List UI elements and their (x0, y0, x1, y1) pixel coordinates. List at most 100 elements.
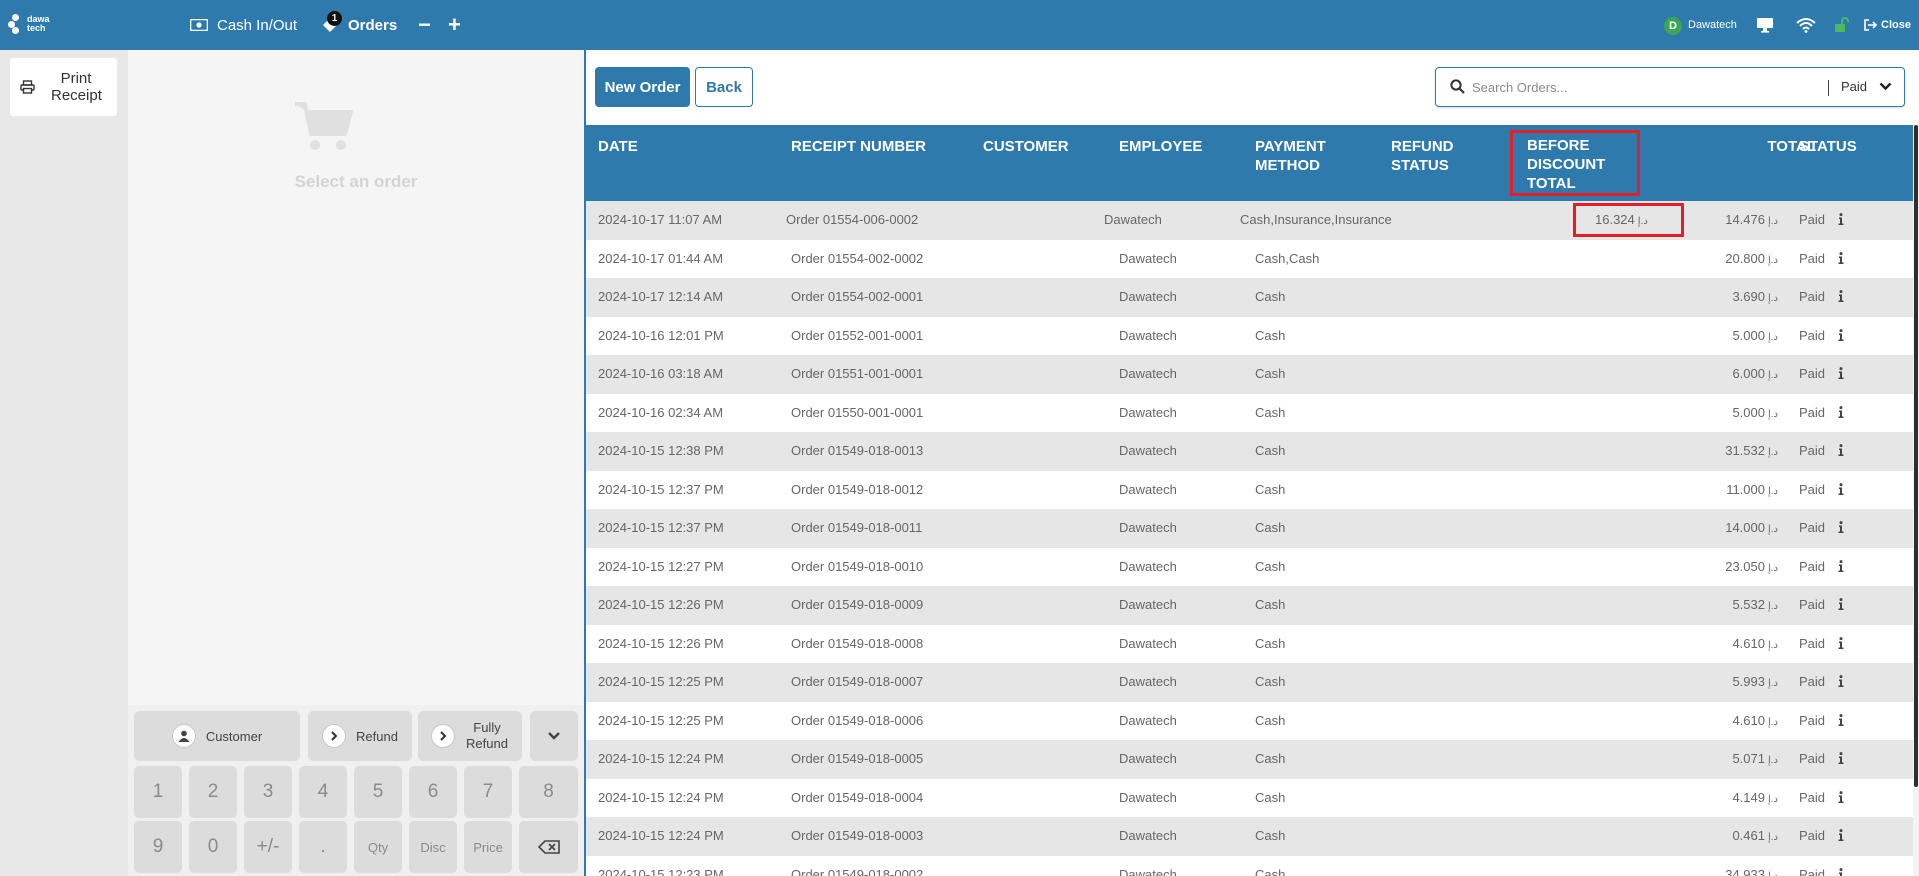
minus-button[interactable]: − (418, 0, 431, 50)
table-row[interactable]: 2024-10-15 12:23 PM Order 01549-018-0002 D… (586, 855, 1913, 876)
table-row[interactable]: 2024-10-15 12:26 PM Order 01549-018-0009 D… (586, 586, 1913, 625)
table-row[interactable]: 2024-10-17 12:14 AM Order 01554-002-0001 D… (586, 278, 1913, 317)
cell-payment-method: Cash (1255, 443, 1286, 458)
qty-mode-button[interactable]: Qty (354, 821, 402, 873)
cell-payment-method: Cash (1255, 712, 1286, 728)
cell-receipt-number: Order 01554-002-0001 (791, 289, 924, 304)
info-icon[interactable] (1838, 713, 1844, 726)
table-row[interactable]: 2024-10-17 01:44 AM Order 01554-002-0002 D… (586, 239, 1913, 278)
info-icon[interactable] (1838, 829, 1844, 841)
key-5[interactable]: 5 (354, 766, 402, 818)
cell-total: 14.000 د.إ (1725, 520, 1778, 535)
table-row[interactable]: 2024-10-16 12:01 PM Order 01552-001-0001 D… (586, 316, 1913, 355)
key-2[interactable]: 2 (189, 766, 237, 818)
info-icon[interactable] (1838, 328, 1844, 341)
cell-total: 4.610 د.إ (1732, 712, 1778, 728)
col-employee[interactable]: EMPLOYEE (1119, 137, 1202, 156)
scrollbar-thumb[interactable] (1914, 125, 1918, 787)
status-filter-select[interactable]: Paid (1841, 79, 1892, 94)
info-icon[interactable] (1838, 251, 1844, 264)
table-row[interactable]: 2024-10-15 12:24 PM Order 01549-018-0005 D… (586, 740, 1913, 779)
info-icon[interactable] (1838, 290, 1844, 302)
col-customer[interactable]: CUSTOMER (983, 137, 1069, 156)
table-row[interactable]: 2024-10-16 02:34 AM Order 01550-001-0001 D… (586, 393, 1913, 432)
user-name[interactable]: Dawatech (1688, 0, 1737, 50)
key-7[interactable]: 7 (464, 766, 512, 818)
key-plus-minus[interactable]: +/- (244, 821, 292, 873)
cell-total: 20.800 د.إ (1725, 250, 1778, 266)
close-button[interactable]: Close (1864, 0, 1911, 50)
customer-button[interactable]: Customer (134, 711, 300, 761)
fully-refund-button[interactable]: Fully Refund (418, 711, 522, 761)
cell-total: 4.149 د.إ (1732, 789, 1778, 805)
table-row[interactable]: 2024-10-15 12:24 PM Order 01549-018-0003 D… (586, 817, 1913, 856)
table-row[interactable]: 2024-10-15 12:25 PM Order 01549-018-0006 D… (586, 701, 1913, 740)
refund-button[interactable]: Refund (308, 711, 412, 761)
cell-receipt-number: Order 01549-018-0007 (791, 674, 924, 689)
col-refund-status[interactable]: REFUND STATUS (1391, 137, 1454, 175)
key-8[interactable]: 8 (519, 766, 578, 818)
table-row[interactable]: 2024-10-15 12:26 PM Order 01549-018-0008 D… (586, 624, 1913, 663)
key-6[interactable]: 6 (409, 766, 457, 818)
disc-mode-button[interactable]: Disc (409, 821, 457, 873)
table-row[interactable]: 2024-10-15 12:25 PM Order 01549-018-0007 D… (586, 663, 1913, 702)
unlock-icon[interactable] (1834, 0, 1859, 50)
table-row[interactable]: 2024-10-15 12:24 PM Order 01549-018-0004 D… (586, 778, 1913, 817)
key-decimal[interactable]: . (299, 821, 347, 873)
info-icon[interactable] (1838, 405, 1844, 418)
cell-date: 2024-10-16 02:34 AM (598, 404, 724, 420)
table-row[interactable]: 2024-10-17 11:07 AM Order 01554-006-0002 D… (586, 201, 1913, 240)
col-date[interactable]: DATE (598, 137, 638, 156)
table-row[interactable]: 2024-10-15 12:37 PM Order 01549-018-0012 D… (586, 470, 1913, 509)
info-icon[interactable] (1838, 367, 1844, 379)
more-button[interactable] (530, 711, 578, 761)
info-icon[interactable] (1838, 482, 1844, 495)
cell-date: 2024-10-15 12:24 PM (598, 789, 724, 805)
monitor-icon[interactable] (1756, 0, 1783, 50)
table-row[interactable]: 2024-10-15 12:38 PM Order 01549-018-0013 D… (586, 432, 1913, 471)
key-1[interactable]: 1 (134, 766, 182, 818)
table-row[interactable]: 2024-10-16 03:18 AM Order 01551-001-0001 D… (586, 355, 1913, 394)
cell-receipt-number: Order 01549-018-0013 (791, 443, 924, 458)
price-mode-button[interactable]: Price (464, 821, 512, 873)
cell-employee: Dawatech (1119, 289, 1177, 304)
table-row[interactable]: 2024-10-15 12:27 PM Order 01549-018-0010 D… (586, 547, 1913, 586)
plus-button[interactable]: + (448, 0, 461, 50)
cell-status: Paid (1799, 250, 1826, 266)
cell-status: Paid (1799, 327, 1826, 343)
table-row[interactable]: 2024-10-15 12:37 PM Order 01549-018-0011 D… (586, 509, 1913, 548)
print-receipt-button[interactable]: Print Receipt (10, 58, 117, 116)
cell-employee: Dawatech (1119, 250, 1177, 266)
avatar[interactable]: D (1664, 17, 1682, 35)
col-payment-method[interactable]: PAYMENT METHOD (1255, 137, 1326, 175)
backspace-button[interactable] (519, 821, 578, 873)
info-icon[interactable] (1838, 867, 1844, 876)
info-icon[interactable] (1838, 790, 1844, 803)
info-icon[interactable] (1838, 675, 1844, 687)
col-status[interactable]: STATUS (1799, 137, 1857, 156)
info-icon[interactable] (1838, 636, 1844, 649)
info-icon[interactable] (1838, 444, 1844, 456)
search-icon (1450, 79, 1465, 94)
search-input[interactable] (1472, 76, 1812, 98)
key-0[interactable]: 0 (189, 821, 237, 873)
cell-status: Paid (1799, 751, 1826, 766)
key-9[interactable]: 9 (134, 821, 182, 873)
cell-total: 23.050 د.إ (1725, 558, 1778, 574)
new-order-button[interactable]: New Order (595, 67, 690, 107)
info-icon[interactable] (1838, 559, 1844, 572)
info-icon[interactable] (1838, 752, 1844, 764)
table-scrollbar[interactable] (1913, 125, 1919, 876)
back-button[interactable]: Back (695, 67, 753, 107)
key-4[interactable]: 4 (299, 766, 347, 818)
cash-in-out-button[interactable]: Cash In/Out (190, 0, 297, 50)
cell-employee: Dawatech (1119, 597, 1177, 612)
info-icon[interactable] (1838, 521, 1844, 533)
col-receipt-number[interactable]: RECEIPT NUMBER (791, 137, 926, 156)
info-icon[interactable] (1838, 213, 1844, 225)
cell-status: Paid (1799, 404, 1826, 420)
key-3[interactable]: 3 (244, 766, 292, 818)
cell-status: Paid (1799, 789, 1826, 805)
cash-in-out-label: Cash In/Out (217, 16, 298, 34)
info-icon[interactable] (1838, 598, 1844, 610)
